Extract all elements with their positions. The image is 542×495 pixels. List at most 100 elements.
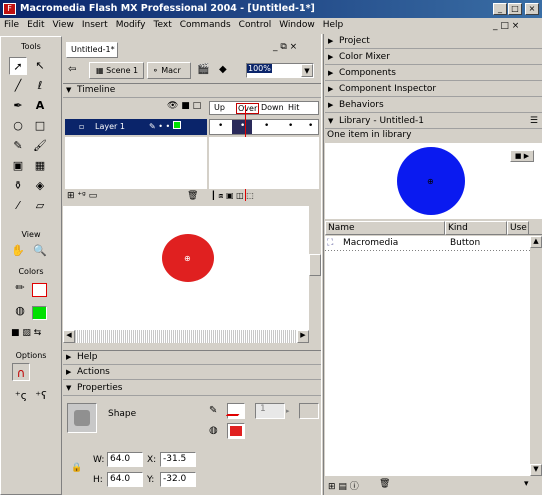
stage-vscrollbar[interactable] [309,206,321,330]
doc-panel-controls[interactable]: _ ⧉ × [273,42,297,52]
eraser-tool-icon[interactable]: ▱ [31,197,49,215]
lasso-tool-icon[interactable]: ℓ [31,77,49,95]
library-vscrollbar[interactable]: ▲ ▼ [530,236,542,476]
stroke-color-swatch[interactable] [32,283,47,297]
fill-color-swatch[interactable] [32,306,47,320]
timeline-header[interactable]: ▼ Timeline [63,83,321,98]
close-button[interactable]: × [525,3,539,15]
project-panel-header[interactable]: ▶ Project [325,35,542,49]
zoom-tool-icon[interactable]: 🔍 [31,242,49,260]
stroke-size-arrow[interactable]: ▸ [286,403,296,419]
layer-row[interactable]: ▫ Layer 1 ✎ • • [65,119,207,135]
properties-panel-header[interactable]: ▼ Properties [63,382,321,396]
library-options-icon[interactable]: ☰ [530,115,538,128]
menu-edit[interactable]: Edit [23,20,48,30]
stroke-color-button[interactable] [225,403,247,419]
straighten-icon[interactable]: ⁺ʕ [32,387,50,405]
delete-layer-icon[interactable]: 🗑 [187,191,198,201]
smooth-icon[interactable]: ⁺ς [12,387,30,405]
preview-play-controls[interactable]: ■ ▶ [510,150,534,162]
column-name[interactable]: Name [325,221,445,235]
stroke-size-input[interactable]: 1 [255,403,285,419]
symbol-button[interactable]: ⚬ Macr [147,62,191,79]
paint-bucket-tool-icon[interactable]: ◈ [31,177,49,195]
subselect-tool-icon[interactable]: ↖ [31,57,49,75]
color-mixer-header[interactable]: ▶ Color Mixer [325,51,542,65]
doc-window-controls[interactable]: _ □ × [493,21,519,31]
new-symbol-icons[interactable]: ⊞ ▤ ⓘ [328,479,359,492]
pen-tool-icon[interactable]: ✒ [9,97,27,115]
column-kind[interactable]: Kind [445,221,507,235]
stroke-style-select[interactable] [299,403,319,419]
colors-label: Colors [18,267,44,276]
panel-splitter[interactable] [321,34,324,495]
line-tool-icon[interactable]: ╱ [9,77,27,95]
width-input[interactable]: 64.0 [107,452,143,467]
minimize-button[interactable]: _ [493,3,507,15]
menu-control[interactable]: Control [235,20,276,30]
brush-tool-icon[interactable]: 🖌 [31,137,49,155]
back-arrow-icon[interactable]: ⇦ [68,64,76,75]
lock-proportions-icon[interactable]: 🔒 [71,463,82,473]
fill-color-button[interactable] [227,423,245,439]
components-header[interactable]: ▶ Components [325,67,542,81]
hand-tool-icon[interactable]: ✋ [9,242,27,260]
frame-ruler[interactable]: Up Over Down Hit [209,101,319,115]
menu-help[interactable]: Help [319,20,348,30]
column-use[interactable]: Use [507,221,529,235]
library-delete-icon[interactable]: 🗑 [379,479,390,489]
edit-symbols-icon[interactable]: ◆ [219,64,227,75]
maximize-button[interactable]: □ [508,3,522,15]
y-input[interactable]: -32.0 [160,472,196,487]
stage-hscrollbar[interactable]: ◀ ▶ [63,330,309,343]
eyedropper-tool-icon[interactable]: ⁄ [9,197,27,215]
height-input[interactable]: 64.0 [107,472,143,487]
document-tab[interactable]: Untitled-1* [66,42,118,58]
frame-label-over: Over [236,103,260,114]
stroke-color-icon[interactable]: ✏ [11,279,29,297]
actions-panel-header[interactable]: ▶ Actions [63,366,321,380]
library-header[interactable]: ▼ Library - Untitled-1 ☰ [325,115,542,129]
free-transform-tool-icon[interactable]: ▣ [9,157,27,175]
zoom-select[interactable]: 100% ▼ [246,63,314,78]
toolbox-title: Tools [21,42,41,51]
menu-view[interactable]: View [49,20,78,30]
component-inspector-title: Component Inspector [339,84,437,94]
ink-bottle-tool-icon[interactable]: ⚱ [9,177,27,195]
edit-scene-icon[interactable]: 🎬 [197,64,209,75]
onion-skin-icons[interactable]: ┃ ⧈ ▣ ◫ ⬚ [211,191,254,201]
fill-color-icon[interactable]: ◍ [11,302,29,320]
menu-commands[interactable]: Commands [176,20,235,30]
component-inspector-header[interactable]: ▶ Component Inspector [325,83,542,97]
app-icon[interactable]: F [3,3,16,15]
library-item[interactable]: ⛶ Macromedia Button [325,236,530,250]
stage[interactable]: ⊕ [63,206,309,330]
text-tool-icon[interactable]: A [31,97,49,115]
menu-file[interactable]: File [0,20,23,30]
help-panel-header[interactable]: ▶ Help [63,350,321,365]
help-panel-title: Help [77,352,98,362]
arrow-tool-icon[interactable]: ➚ [9,57,27,75]
menu-insert[interactable]: Insert [78,20,112,30]
document-tab-bar: Untitled-1* _ ⧉ × [63,40,321,60]
scene-button[interactable]: ▦ Scene 1 [89,62,144,79]
library-count: One item in library [325,130,542,142]
layer-visibility-icons[interactable]: 👁 ■ □ [167,101,201,111]
fill-transform-tool-icon[interactable]: ▦ [31,157,49,175]
snap-magnet-icon[interactable]: ∩ [12,363,30,381]
color-swap-controls[interactable]: ■ ▨ ⇆ [11,328,41,338]
behaviors-header[interactable]: ▶ Behaviors [325,99,542,113]
rectangle-tool-icon[interactable]: □ [31,117,49,135]
frame-label-down: Down [261,103,284,112]
pencil-tool-icon[interactable]: ✎ [9,137,27,155]
oval-tool-icon[interactable]: ○ [9,117,27,135]
menu-modify[interactable]: Modify [112,20,150,30]
add-layer-icons[interactable]: ⊞ ⁺ᵍ ▭ [67,191,97,201]
menu-text[interactable]: Text [150,20,176,30]
frames-row[interactable]: • • • • • [209,119,319,135]
library-scroll-arrow[interactable]: ▾ [524,479,529,489]
frames-empty [209,137,319,189]
shape-thumbnail-icon [67,403,97,433]
x-input[interactable]: -31.5 [160,452,196,467]
menu-window[interactable]: Window [275,20,319,30]
